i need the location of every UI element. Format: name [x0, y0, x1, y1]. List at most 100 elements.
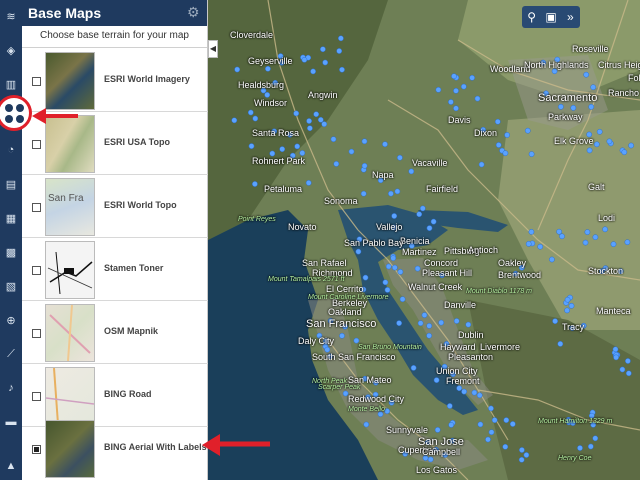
- place-label: Fairfield: [426, 184, 459, 194]
- data-point: [504, 132, 510, 138]
- data-point: [333, 161, 340, 167]
- annotation-arrow-bottom: [202, 434, 270, 456]
- place-label: Sunnyvale: [386, 425, 429, 435]
- mountain-icon[interactable]: ▲: [3, 458, 19, 474]
- place-label: Davis: [448, 115, 471, 125]
- place-label: Fremont: [446, 376, 480, 386]
- data-point: [427, 456, 434, 463]
- basemap-option-esri-world-topo[interactable]: San Fra ESRI World Topo: [22, 176, 208, 238]
- place-label: Napa: [372, 170, 394, 180]
- base-maps-panel: Base Maps ⚙ Choose base terrain for your…: [22, 0, 208, 480]
- place-label: Los Gatos: [416, 465, 458, 475]
- data-point: [421, 312, 428, 318]
- basemap-option-esri-world-imagery[interactable]: ESRI World Imagery: [22, 50, 208, 112]
- basemap-checkbox[interactable]: [32, 329, 41, 338]
- data-point: [592, 234, 599, 241]
- data-point: [307, 125, 313, 132]
- basemap-option-bing-aerial-labels[interactable]: BING Aerial With Labels: [22, 418, 208, 480]
- data-point: [628, 142, 634, 149]
- data-point: [397, 154, 403, 161]
- toner-lines: [47, 251, 93, 295]
- line-chart-icon[interactable]: ⟋: [3, 346, 19, 362]
- data-point: [330, 136, 337, 143]
- data-point: [549, 256, 555, 263]
- basemap-checkbox-checked[interactable]: [32, 445, 41, 454]
- data-point: [279, 146, 286, 152]
- place-label: Campbell: [422, 447, 461, 457]
- sitemap-icon[interactable]: ▧: [3, 278, 19, 294]
- basemap-checkbox[interactable]: [32, 140, 41, 149]
- data-point: [465, 321, 472, 328]
- data-point: [577, 445, 583, 451]
- place-label: Healdsburg: [238, 80, 285, 90]
- basemap-checkbox[interactable]: [32, 203, 41, 212]
- data-point: [524, 127, 531, 134]
- layers-icon[interactable]: ≋: [3, 8, 19, 24]
- map-fold-icon[interactable]: ▥: [3, 76, 19, 92]
- data-point: [528, 151, 535, 157]
- data-point: [528, 229, 535, 235]
- data-point: [456, 385, 463, 392]
- data-point: [361, 162, 368, 169]
- place-label: Sonoma: [324, 196, 358, 206]
- basemap-checkbox[interactable]: [32, 266, 41, 275]
- layers-stack-icon[interactable]: ◈: [3, 42, 19, 58]
- data-point: [523, 452, 530, 458]
- place-label: San Pablo Bay: [344, 238, 404, 248]
- building-icon[interactable]: ▩: [3, 244, 19, 260]
- save-icon[interactable]: ▣: [543, 10, 559, 24]
- basemap-checkbox[interactable]: [32, 392, 41, 401]
- data-point: [265, 65, 271, 72]
- data-point: [568, 302, 575, 309]
- data-point: [414, 265, 421, 272]
- data-point: [363, 421, 370, 428]
- data-point: [408, 168, 415, 175]
- data-point: [518, 456, 525, 463]
- data-point: [495, 142, 502, 148]
- data-point: [477, 421, 484, 428]
- data-point: [361, 138, 368, 145]
- print-icon[interactable]: ▬: [3, 414, 19, 430]
- data-point: [252, 181, 258, 187]
- data-point: [397, 269, 404, 275]
- data-point: [248, 143, 255, 149]
- zoom-icon[interactable]: ⊕: [3, 312, 19, 328]
- place-label: Santa Rosa: [252, 128, 300, 138]
- pie-chart-icon[interactable]: ◔: [3, 142, 19, 158]
- data-point: [474, 95, 481, 102]
- place-label: Henry Coe: [558, 455, 592, 462]
- chevron-double-right-icon[interactable]: »: [562, 10, 578, 24]
- data-point: [488, 405, 494, 412]
- place-label: Roseville: [572, 44, 609, 54]
- data-point: [596, 128, 603, 135]
- data-point: [485, 436, 491, 443]
- panel-collapse-button[interactable]: ◀: [208, 40, 218, 58]
- place-label: Oakland: [328, 307, 362, 317]
- data-point: [348, 148, 355, 155]
- panel-header: Base Maps ⚙: [22, 0, 207, 26]
- data-point: [313, 111, 320, 118]
- basemap-option-stamen-toner[interactable]: Stamen Toner: [22, 239, 208, 301]
- annotation-arrow-top: [32, 108, 78, 124]
- data-point: [417, 320, 424, 327]
- data-point: [355, 248, 362, 255]
- map-marker-icon[interactable]: ▦: [3, 210, 19, 226]
- data-point: [619, 366, 626, 373]
- basemap-checkbox[interactable]: [32, 77, 41, 86]
- data-point: [434, 427, 441, 433]
- data-point: [590, 84, 597, 91]
- data-point: [299, 150, 306, 156]
- data-point: [433, 377, 440, 383]
- place-label: Danville: [444, 300, 477, 310]
- data-point: [537, 243, 544, 250]
- search-icon[interactable]: ⚲: [524, 10, 540, 24]
- map-view[interactable]: Cloverdale Geyserville Healdsburg Windsor Sa…: [208, 0, 640, 480]
- briefcase-icon[interactable]: ▤: [3, 176, 19, 192]
- basemap-option-osm-mapnik[interactable]: OSM Mapnik: [22, 302, 208, 364]
- data-point: [247, 109, 254, 116]
- data-point: [613, 354, 619, 361]
- gear-icon[interactable]: ⚙: [187, 5, 201, 19]
- place-label: Manteca: [596, 306, 631, 316]
- basemap-label: ESRI USA Topo: [104, 137, 170, 147]
- bell-icon[interactable]: ♪: [3, 380, 19, 396]
